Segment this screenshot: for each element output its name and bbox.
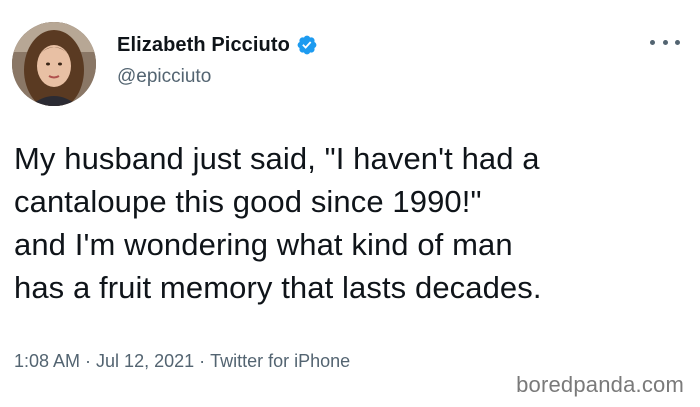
tweet-meta: 1:08 AM · Jul 12, 2021 · Twitter for iPh…	[14, 351, 350, 372]
avatar-image	[12, 22, 96, 106]
tweet-time[interactable]: 1:08 AM	[14, 351, 80, 372]
tweet-date[interactable]: Jul 12, 2021	[96, 351, 194, 372]
dot-icon	[662, 39, 668, 45]
dot-icon	[675, 39, 680, 45]
tweet-source[interactable]: Twitter for iPhone	[210, 351, 350, 372]
dot-icon	[650, 39, 655, 45]
watermark: boredpanda.com	[516, 372, 684, 397]
handle[interactable]: @epicciuto	[117, 66, 211, 88]
more-options-icon[interactable]	[650, 32, 680, 52]
avatar[interactable]	[12, 22, 96, 106]
tweet-card: Elizabeth Picciuto @epicciuto My husband…	[0, 0, 700, 407]
meta-separator: ·	[199, 351, 206, 371]
verified-badge-icon	[296, 34, 318, 56]
display-name-row: Elizabeth Picciuto	[117, 31, 318, 59]
tweet-text: My husband just said, "I haven't had a c…	[14, 141, 542, 305]
meta-separator: ·	[85, 351, 92, 371]
display-name[interactable]: Elizabeth Picciuto	[117, 34, 290, 57]
